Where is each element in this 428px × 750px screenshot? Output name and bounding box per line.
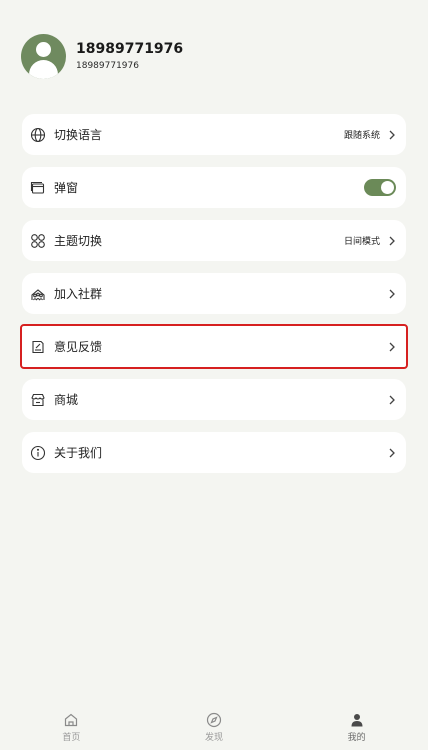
tab-label: 发现 [204,733,223,743]
chevron-right-icon [389,236,395,245]
avatar[interactable] [21,34,66,79]
home-icon [65,713,78,727]
menu-item-community[interactable]: 加入社群 [22,273,406,314]
chevron-right-icon [389,342,395,351]
menu-item-theme[interactable]: 主题切换 日间模式 [22,220,406,261]
profile-header[interactable]: 18989771976 18989771976 [21,34,183,79]
profile-text: 18989771976 18989771976 [76,40,183,73]
menu-item-store[interactable]: 商城 [22,379,406,420]
tab-home[interactable]: 首页 [31,712,111,743]
profile-subtitle: 18989771976 [76,61,139,71]
globe-icon [30,127,46,143]
menu-item-label: 加入社群 [54,287,103,301]
menu-item-label: 弹窗 [54,181,79,195]
settings-menu: 切换语言 跟随系统 弹窗 主题切换 日间模式 加入社群 意见反馈 商城 关于我们 [20,114,408,485]
chevron-right-icon [389,130,395,139]
menu-item-popup[interactable]: 弹窗 [22,167,406,208]
menu-item-language[interactable]: 切换语言 跟随系统 [22,114,406,155]
chevron-right-icon [389,395,395,404]
window-icon [30,180,46,196]
toggle-knob [381,181,394,194]
feedback-icon [30,339,46,355]
avatar-head [36,42,51,57]
profile-name: 18989771976 [76,41,184,57]
community-icon [30,286,46,302]
menu-item-value: 跟随系统 [343,131,380,141]
avatar-body [29,60,58,79]
user-icon [351,714,363,727]
store-icon [30,392,46,408]
tab-mine[interactable]: 我的 [317,712,397,743]
bottom-tab-bar: 首页 发现 我的 [0,712,428,750]
menu-item-label: 关于我们 [54,446,103,460]
info-icon [30,445,46,461]
menu-item-label: 切换语言 [54,128,103,142]
compass-icon [206,712,222,728]
chevron-right-icon [389,448,395,457]
menu-item-label: 主题切换 [54,234,103,248]
chevron-right-icon [389,289,395,298]
tab-label: 我的 [347,733,366,743]
popup-toggle[interactable] [364,179,396,196]
menu-item-label: 商城 [54,393,79,407]
menu-item-about[interactable]: 关于我们 [22,432,406,473]
tab-discover[interactable]: 发现 [174,712,254,743]
menu-item-label: 意见反馈 [54,340,103,354]
menu-item-value: 日间模式 [343,237,380,247]
tab-label: 首页 [62,733,81,743]
theme-grid-icon [30,233,46,249]
menu-item-feedback[interactable]: 意见反馈 [20,324,408,369]
